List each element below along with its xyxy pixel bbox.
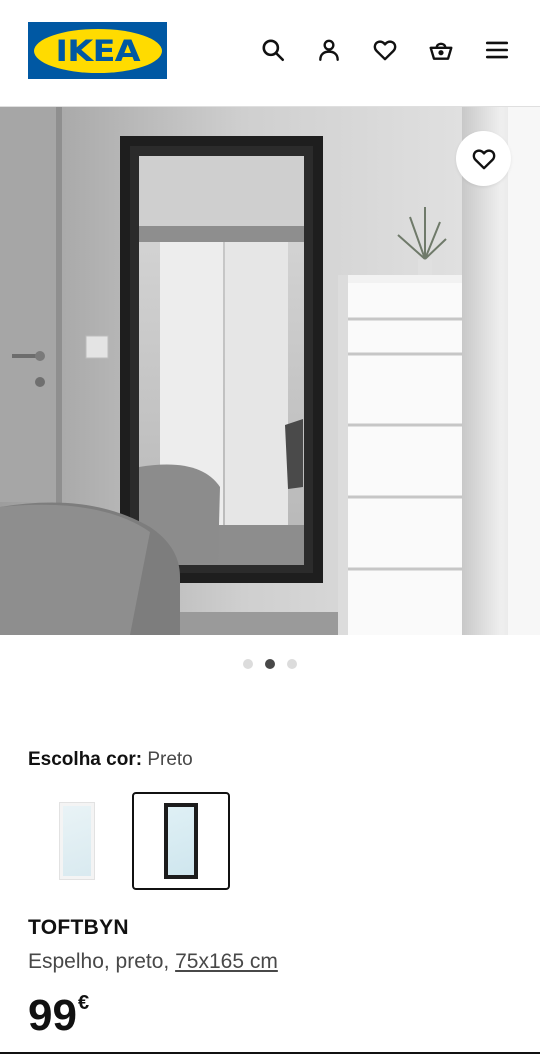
product-description: Espelho, preto, 75x165 cm — [28, 950, 278, 974]
color-option-white[interactable] — [28, 792, 126, 890]
add-to-favourites-button[interactable] — [456, 131, 511, 186]
product-size-link[interactable]: 75x165 cm — [175, 950, 278, 973]
product-name: TOFTBYN — [28, 916, 129, 939]
basket-icon[interactable] — [425, 34, 457, 66]
logo-text: IKEA — [55, 33, 140, 68]
heart-icon[interactable] — [369, 34, 401, 66]
carousel-dot-2[interactable] — [265, 659, 275, 669]
user-icon[interactable] — [313, 34, 345, 66]
ikea-logo[interactable]: IKEA — [28, 22, 167, 79]
carousel-dot-3[interactable] — [287, 659, 297, 669]
price-currency: € — [77, 992, 90, 1014]
color-choice: Escolha cor: Preto — [28, 748, 193, 772]
menu-icon[interactable] — [481, 34, 513, 66]
black-mirror-thumbnail — [164, 803, 198, 879]
product-price: 99 € — [28, 990, 89, 1042]
color-choice-value: Preto — [147, 749, 193, 770]
site-header: IKEA — [0, 0, 540, 107]
white-mirror-thumbnail — [60, 803, 94, 879]
heart-icon — [472, 148, 495, 169]
product-type: Espelho, preto, — [28, 950, 170, 973]
color-choice-label: Escolha cor: — [28, 749, 143, 770]
bedroom-scene-image — [0, 107, 540, 635]
logo-oval: IKEA — [33, 28, 162, 73]
search-icon[interactable] — [257, 34, 289, 66]
color-option-black[interactable] — [132, 792, 230, 890]
carousel-dot-1[interactable] — [243, 659, 253, 669]
carousel-dots — [0, 659, 540, 671]
price-value: 99 — [28, 991, 77, 1040]
product-image[interactable] — [0, 107, 540, 635]
